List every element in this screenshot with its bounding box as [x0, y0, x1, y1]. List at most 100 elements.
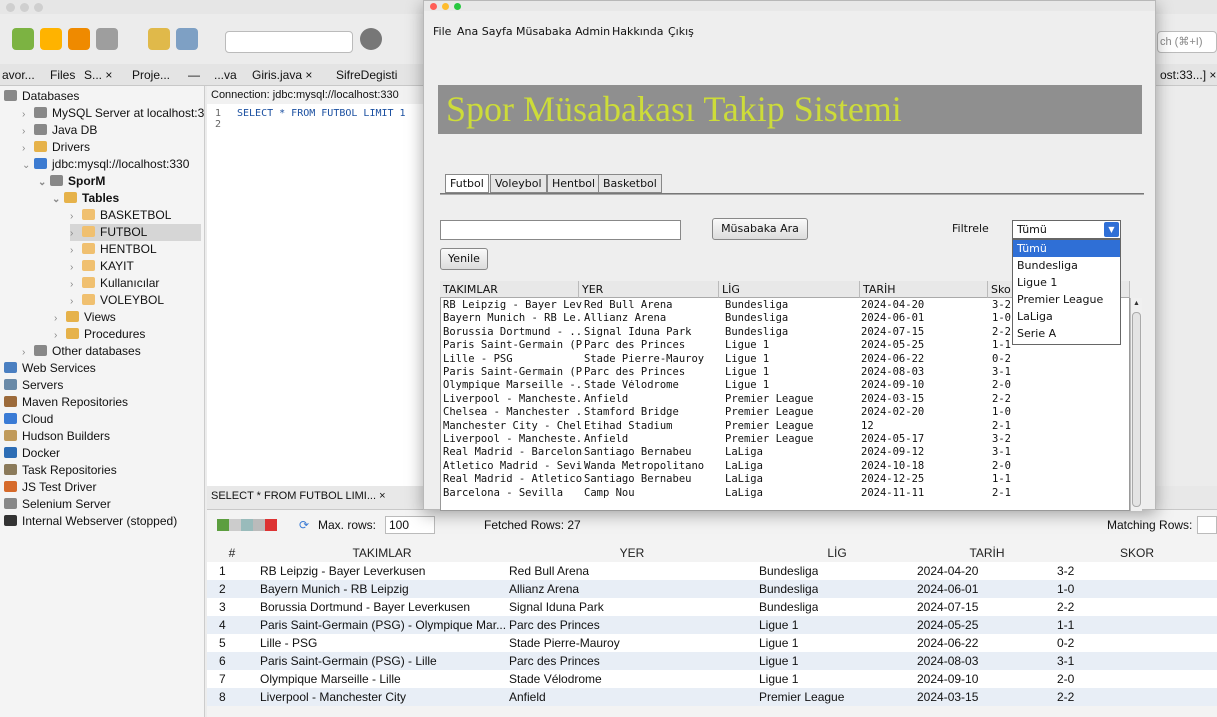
- filter-option[interactable]: Ligue 1: [1013, 274, 1120, 291]
- tree-item-table-hentbol[interactable]: › HENTBOL: [70, 241, 157, 258]
- tree-item-js-test-driver[interactable]: JS Test Driver: [4, 479, 96, 496]
- filter-select[interactable]: Tümü ▼: [1012, 220, 1121, 239]
- table-header-cell[interactable]: TAKIMLAR: [440, 281, 579, 298]
- search-button[interactable]: Müsabaka Ara: [712, 218, 808, 240]
- table-row[interactable]: 1 RB Leipzig - Bayer Leverkusen Red Bull A…: [207, 562, 1217, 580]
- tree-item-databases[interactable]: Databases: [4, 88, 79, 105]
- chevron-icon[interactable]: ›: [70, 225, 82, 242]
- scroll-up-icon[interactable]: ▲: [1133, 300, 1140, 307]
- table-row[interactable]: Real Madrid - Barcelona Santiago Bernabeu…: [440, 447, 1130, 458]
- chevron-icon[interactable]: ⌄: [38, 174, 50, 191]
- filter-dropdown-list[interactable]: Tümü Bundesliga Ligue 1 Premier League LaLig…: [1012, 239, 1121, 345]
- table-row[interactable]: 7 Olympique Marseille - Lille Stade Vélodr…: [207, 670, 1217, 688]
- table-row[interactable]: Manchester City - Chel...Etihad Stadium P…: [440, 421, 1130, 432]
- table-row[interactable]: 5 Lille - PSG Stade Pierre-Mauroy Ligue 1 20…: [207, 634, 1217, 652]
- tree-item-table-basketbol[interactable]: › BASKETBOL: [70, 207, 171, 224]
- tab-projects[interactable]: Proje...: [132, 64, 170, 86]
- filter-option[interactable]: Tümü: [1013, 240, 1120, 257]
- table-row[interactable]: Paris Saint-Germain (P...Parc des Prince…: [440, 367, 1130, 378]
- table-row[interactable]: Lille - PSG Stade Pierre-Mauroy Ligue 1 202…: [440, 354, 1130, 365]
- tree-item-task-repositories[interactable]: Task Repositories: [4, 462, 117, 479]
- tree-item-jdbc-connection[interactable]: ⌄ jdbc:mysql://localhost:330: [22, 156, 189, 173]
- grid-header-cell[interactable]: LİG: [757, 544, 917, 562]
- chevron-down-icon[interactable]: ▼: [1104, 222, 1119, 237]
- tab-services[interactable]: S... ×: [84, 64, 112, 86]
- chevron-icon[interactable]: ⌄: [22, 157, 34, 174]
- chevron-icon[interactable]: ›: [22, 106, 34, 123]
- filter-option[interactable]: LaLiga: [1013, 308, 1120, 325]
- window-zoom-icon[interactable]: [454, 3, 461, 10]
- grid-header-cell[interactable]: SKOR: [1057, 544, 1217, 562]
- table-row[interactable]: Chelsea - Manchester ... Stamford Bridge P…: [440, 407, 1130, 418]
- grid-header-cell[interactable]: TARİH: [917, 544, 1057, 562]
- tree-item-cloud[interactable]: Cloud: [4, 411, 53, 428]
- table-row[interactable]: Liverpool - Mancheste... Anfield Premier L…: [440, 434, 1130, 445]
- tab-sifredegistir[interactable]: SifreDegisti: [336, 64, 397, 86]
- table-row[interactable]: 2 Bayern Munich - RB Leipzig Allianz Arena…: [207, 580, 1217, 598]
- window-minimize-icon[interactable]: [442, 3, 449, 10]
- filter-option[interactable]: Bundesliga: [1013, 257, 1120, 274]
- tab-favorites[interactable]: avor...: [2, 64, 35, 86]
- connection-value[interactable]: jdbc:mysql://localhost:330: [273, 89, 399, 101]
- max-rows-input[interactable]: 100: [385, 516, 435, 534]
- tree-item-java-db[interactable]: › Java DB: [22, 122, 97, 139]
- tab-sql-console[interactable]: ost:33...] ×: [1160, 64, 1216, 86]
- tab-files[interactable]: Files: [50, 64, 75, 86]
- panel-minimize[interactable]: —: [188, 64, 200, 86]
- tree-item-internal-webserver[interactable]: Internal Webserver (stopped): [4, 513, 177, 530]
- table-row[interactable]: Atletico Madrid - SevillaWanda Metropoli…: [440, 461, 1130, 472]
- search-field[interactable]: [440, 220, 681, 240]
- scroll-thumb[interactable]: [1132, 312, 1141, 507]
- tab-java-file[interactable]: ...va: [214, 64, 237, 86]
- table-header-cell[interactable]: LİG: [719, 281, 860, 298]
- table-row[interactable]: Barcelona - Sevilla Camp Nou LaLiga 2024-11…: [440, 488, 1130, 499]
- menu-cikis[interactable]: Çıkış: [668, 23, 694, 41]
- ide-minimize-icon[interactable]: [20, 3, 29, 12]
- matching-rows-input[interactable]: [1197, 516, 1217, 534]
- chevron-icon[interactable]: ›: [70, 208, 82, 225]
- table-header-cell[interactable]: YER: [579, 281, 719, 298]
- tree-item-procedures-folder[interactable]: › Procedures: [54, 326, 145, 343]
- tree-item-sporm-schema[interactable]: ⌄ SporM: [38, 173, 105, 190]
- menu-musabaka-admin[interactable]: Müsabaka Admin: [516, 23, 610, 41]
- chevron-icon[interactable]: ›: [54, 310, 66, 327]
- table-header-cell[interactable]: TARİH: [860, 281, 988, 298]
- config-combo[interactable]: [225, 31, 353, 53]
- tree-item-mysql-server[interactable]: › MySQL Server at localhost:3: [22, 105, 204, 122]
- table-row[interactable]: 4 Paris Saint-Germain (PSG) - Olympique M…: [207, 616, 1217, 634]
- filter-option[interactable]: Serie A: [1013, 325, 1120, 342]
- new-file-icon[interactable]: [12, 28, 34, 50]
- result-tab[interactable]: SELECT * FROM FUTBOL LIMI... ×: [211, 490, 386, 502]
- table-row[interactable]: Real Madrid - Atletico ...Santiago Berna…: [440, 474, 1130, 485]
- menu-file[interactable]: File: [433, 23, 451, 41]
- tree-item-maven-repositories[interactable]: Maven Repositories: [4, 394, 128, 411]
- tree-item-servers[interactable]: Servers: [4, 377, 63, 394]
- table-row[interactable]: 3 Borussia Dortmund - Bayer Leverkusen Sig…: [207, 598, 1217, 616]
- chevron-icon[interactable]: ›: [54, 327, 66, 344]
- chevron-icon[interactable]: ›: [70, 242, 82, 259]
- chevron-icon[interactable]: ›: [70, 259, 82, 276]
- ide-zoom-icon[interactable]: [34, 3, 43, 12]
- refresh-button[interactable]: Yenile: [440, 248, 488, 270]
- chevron-icon[interactable]: ⌄: [52, 191, 64, 208]
- tree-item-hudson-builders[interactable]: Hudson Builders: [4, 428, 110, 445]
- chevron-icon[interactable]: ›: [70, 293, 82, 310]
- table-row[interactable]: 6 Paris Saint-Germain (PSG) - Lille Parc d…: [207, 652, 1217, 670]
- tree-item-table-voleybol[interactable]: › VOLEYBOL: [70, 292, 164, 309]
- open-project-icon[interactable]: [68, 28, 90, 50]
- tab-voleybol[interactable]: Voleybol: [490, 174, 547, 193]
- tree-item-drivers[interactable]: › Drivers: [22, 139, 90, 156]
- chevron-icon[interactable]: ›: [22, 344, 34, 361]
- tree-item-other-databases[interactable]: › Other databases: [22, 343, 141, 360]
- sql-editor[interactable]: Connection: jdbc:mysql://localhost:330 1…: [207, 86, 430, 486]
- tree-item-selenium-server[interactable]: Selenium Server: [4, 496, 111, 513]
- tree-item-table-futbol[interactable]: › FUTBOL: [70, 224, 201, 241]
- build-icon[interactable]: [360, 28, 382, 50]
- chevron-icon[interactable]: ›: [22, 123, 34, 140]
- refresh-icon[interactable]: ⟳: [299, 514, 309, 536]
- chevron-icon[interactable]: ›: [70, 276, 82, 293]
- save-all-icon[interactable]: [96, 28, 118, 50]
- tree-item-table-kayit[interactable]: › KAYIT: [70, 258, 134, 275]
- new-project-icon[interactable]: [40, 28, 62, 50]
- grid-header-cell[interactable]: YER: [507, 544, 757, 562]
